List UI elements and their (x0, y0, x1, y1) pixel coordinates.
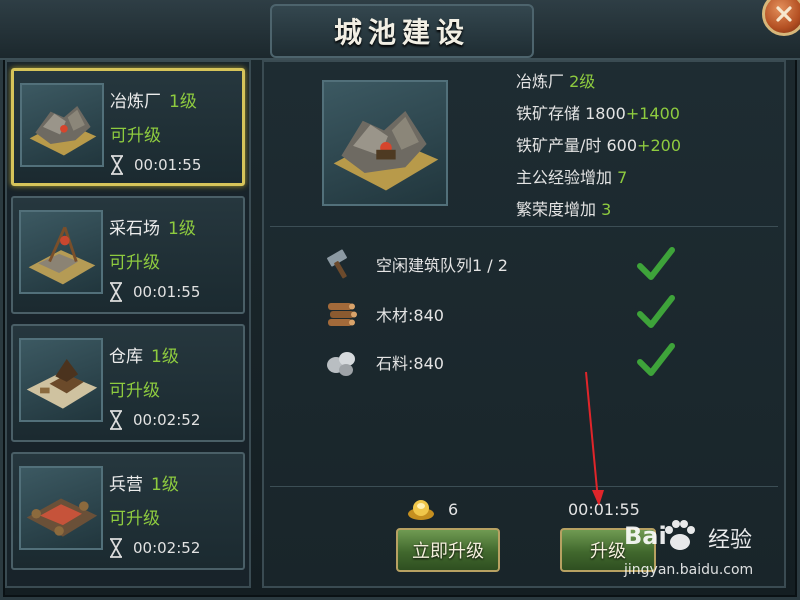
wood-icon (328, 303, 357, 326)
detail-building-image (322, 80, 448, 206)
building-card-barracks[interactable]: 兵营 1级 可升级 00:02:52 (11, 452, 245, 570)
gold-cost: 6 (448, 500, 459, 519)
hourglass-icon (110, 282, 122, 302)
building-name: 采石场 1级 (109, 219, 196, 239)
building-timer: 00:01:55 (109, 282, 200, 302)
building-timer: 00:02:52 (109, 538, 200, 558)
building-timer: 00:02:52 (109, 410, 200, 430)
smelter-thumbnail (20, 83, 104, 167)
watermark-text: 经验 (708, 528, 753, 553)
building-name: 仓库 1级 (109, 347, 179, 367)
warehouse-thumbnail (19, 338, 103, 422)
building-status: 可升级 (109, 253, 160, 273)
title-plaque: 城池建设 (270, 4, 534, 58)
building-card-smelter[interactable]: 冶炼厂 1级 可升级 00:01:55 (11, 68, 245, 186)
barracks-thumbnail (19, 466, 103, 550)
divider (270, 486, 778, 487)
paw-icon (665, 520, 695, 550)
stat-exp: 主公经验增加 7 (516, 168, 628, 187)
building-status: 可升级 (109, 509, 160, 529)
check-icon (637, 343, 675, 376)
detail-title: 冶炼厂 2级 (516, 72, 596, 91)
divider (270, 226, 778, 227)
hammer-icon (327, 249, 347, 279)
stat-storage: 铁矿存储 1800+1400 (516, 104, 680, 123)
title-bar: 城池建设 (0, 0, 800, 60)
close-icon (776, 6, 792, 22)
quarry-thumbnail (19, 210, 103, 294)
check-icon (637, 247, 675, 280)
building-name: 冶炼厂 1级 (110, 92, 197, 112)
watermark: Bai 经验 jingyan.baidu.com (600, 512, 800, 598)
gold-ingot-icon (408, 500, 434, 520)
building-status: 可升级 (109, 381, 160, 401)
building-status: 可升级 (110, 126, 161, 146)
building-list: 冶炼厂 1级 可升级 00:01:55 采石场 1级 可升级 00:01:55 … (5, 60, 251, 588)
building-card-warehouse[interactable]: 仓库 1级 可升级 00:02:52 (11, 324, 245, 442)
building-card-quarry[interactable]: 采石场 1级 可升级 00:01:55 (11, 196, 245, 314)
instant-upgrade-button[interactable]: 立即升级 (396, 528, 500, 572)
stone-icon (327, 352, 355, 376)
hourglass-icon (110, 538, 122, 558)
dialog-title: 城池建设 (333, 16, 470, 49)
dialog-frame: 城池建设 冶炼厂 1级 可升级 00:01:55 采石场 1级 可升级 00:0… (0, 0, 800, 600)
stat-output: 铁矿产量/时 600+200 (516, 136, 681, 155)
hourglass-icon (111, 155, 123, 175)
check-icon (637, 295, 675, 328)
building-name: 兵营 1级 (109, 475, 179, 495)
watermark-url: jingyan.baidu.com (624, 562, 754, 578)
building-detail-panel: 冶炼厂 2级 铁矿存储 1800+1400 铁矿产量/时 600+200 主公经… (262, 60, 786, 588)
stat-prosperity: 繁荣度增加 3 (516, 200, 612, 219)
hourglass-icon (110, 410, 122, 430)
building-timer: 00:01:55 (110, 155, 201, 175)
